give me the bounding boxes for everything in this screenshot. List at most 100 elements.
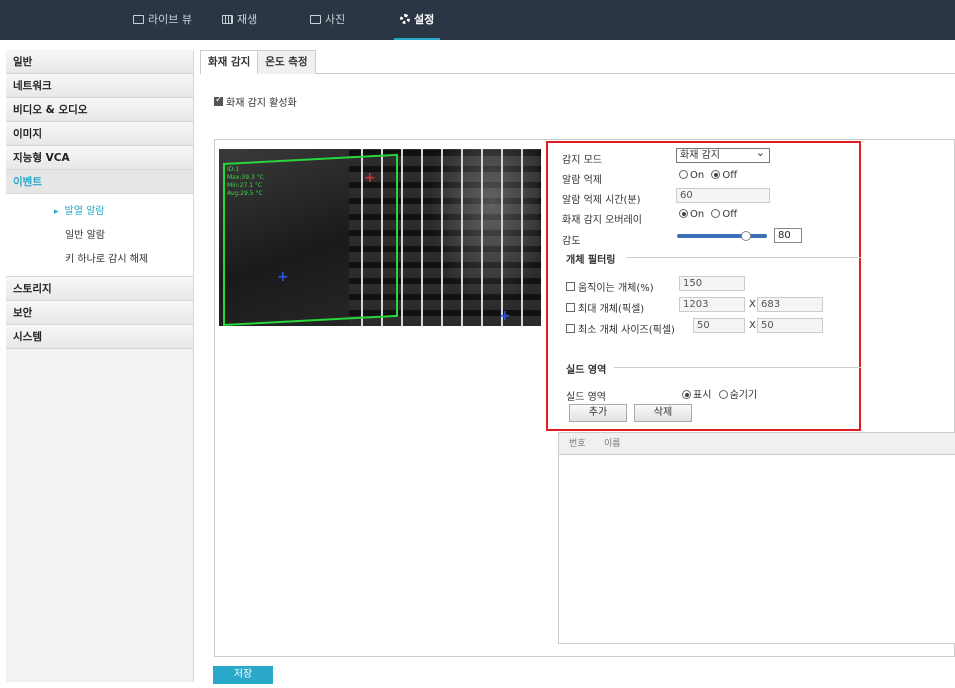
sidebar-item-vca[interactable]: 지능형 VCA	[6, 146, 193, 170]
overlay-on-radio[interactable]	[679, 209, 688, 218]
max-object-height-input[interactable]: 683	[757, 297, 823, 312]
moving-object-label: 움직이는 개체(%)	[578, 283, 654, 294]
nav-settings-label: 설정	[414, 13, 435, 26]
nav-live-view[interactable]: 라이브 뷰	[133, 0, 192, 40]
nav-playback[interactable]: 재생	[222, 0, 257, 40]
sensitivity-input[interactable]: 80	[774, 228, 802, 243]
nav-picture-label: 사진	[325, 13, 346, 26]
suppress-time-input[interactable]: 60	[676, 188, 770, 203]
sensitivity-label: 감도	[562, 236, 581, 247]
overlay-on-label: On	[690, 209, 705, 220]
sidebar-subitem-fever-alarm[interactable]: 발열 알람	[6, 200, 193, 224]
sidebar-item-general[interactable]: 일반	[6, 50, 193, 74]
min-object-x: X	[749, 320, 756, 331]
min-temp-marker-2-icon: +	[499, 308, 511, 324]
add-button[interactable]: 추가	[569, 404, 627, 422]
sidebar-subitem-one-key-disarm[interactable]: 키 하나로 감시 해제	[6, 248, 193, 272]
content-area: 화재 감지 온도 측정 화재 감지 활성화 ID:1 Max:39.3 °C M…	[200, 50, 955, 688]
osd-max: Max:39.3 °C	[227, 174, 264, 181]
picture-icon	[310, 15, 321, 24]
max-temp-marker-icon: +	[364, 170, 376, 186]
shield-area-divider	[614, 367, 861, 368]
sensitivity-slider-handle[interactable]	[741, 231, 751, 241]
nav-playback-label: 재생	[237, 13, 258, 26]
sidebar-item-security[interactable]: 보안	[6, 301, 193, 325]
table-header-name: 이름	[604, 439, 621, 449]
shield-show-radio[interactable]	[682, 390, 691, 399]
moving-object-row: 움직이는 개체(%)	[566, 279, 654, 294]
max-object-width-input[interactable]: 1203	[679, 297, 745, 312]
rule-panel: ID:1 Max:39.3 °C Min:27.1 °C Avg:29.5 °C…	[214, 139, 955, 657]
object-filter-divider	[626, 257, 861, 258]
alarm-suppress-off-label: Off	[722, 170, 738, 181]
min-object-width-input[interactable]: 50	[693, 318, 745, 333]
alarm-suppress-on-label: On	[690, 170, 705, 181]
shield-area-table: 번호 이름	[558, 432, 955, 644]
sidebar-item-event[interactable]: 이벤트	[6, 170, 193, 194]
shield-show-label: 표시	[693, 390, 712, 401]
top-nav: 라이브 뷰 재생 사진 설정	[0, 0, 955, 40]
sidebar-item-storage[interactable]: 스토리지	[6, 277, 193, 301]
osd-id: ID:1	[227, 166, 240, 173]
overlay-label: 화재 감지 오버레이	[562, 215, 642, 226]
min-object-checkbox[interactable]	[566, 324, 575, 333]
thermal-video[interactable]: ID:1 Max:39.3 °C Min:27.1 °C Avg:29.5 °C…	[219, 149, 541, 326]
sidebar-item-video-audio[interactable]: 비디오 & 오디오	[6, 98, 193, 122]
shield-area-label: 실드 영역	[566, 392, 606, 403]
moving-object-checkbox[interactable]	[566, 282, 575, 291]
monitor-icon	[133, 15, 144, 24]
max-object-x: X	[749, 299, 756, 310]
max-object-label: 최대 개체(픽셀)	[578, 304, 645, 315]
shield-hide-label: 숨기기	[729, 390, 758, 401]
gear-icon	[400, 14, 410, 24]
shield-area-options: 표시 숨기기	[682, 386, 757, 401]
main-tabs: 화재 감지 온도 측정	[200, 50, 316, 74]
sidebar-item-image[interactable]: 이미지	[6, 122, 193, 146]
enable-checkbox[interactable]	[214, 95, 223, 106]
osd-min: Min:27.1 °C	[227, 182, 263, 189]
tab-temperature-measurement[interactable]: 온도 측정	[257, 50, 316, 74]
shield-area-title: 실드 영역	[566, 365, 607, 376]
osd-avg: Avg:29.5 °C	[227, 190, 263, 197]
rule-settings-box: 감지 모드 화재 감지 알람 억제 On Off 알람 억제 시간(분) 60 …	[546, 141, 861, 431]
sidebar-subitem-general-alarm[interactable]: 일반 알람	[6, 224, 193, 248]
nav-settings[interactable]: 설정	[393, 0, 441, 40]
shield-hide-radio[interactable]	[718, 390, 728, 399]
detection-mode-label: 감지 모드	[562, 155, 602, 166]
min-object-label: 최소 개체 사이즈(픽셀)	[578, 325, 675, 336]
suppress-time-label: 알람 억제 시간(분)	[562, 195, 641, 206]
enable-fire-detection[interactable]: 화재 감지 활성화	[214, 94, 297, 109]
nav-picture[interactable]: 사진	[310, 0, 345, 40]
overlay-off-radio[interactable]	[711, 209, 721, 218]
min-temp-marker-icon: +	[277, 269, 289, 285]
object-filter-title: 개체 필터링	[566, 255, 616, 266]
nav-live-view-label: 라이브 뷰	[148, 13, 192, 26]
sidebar-item-network[interactable]: 네트워크	[6, 74, 193, 98]
temperature-osd: ID:1 Max:39.3 °C Min:27.1 °C Avg:29.5 °C	[227, 166, 264, 198]
min-object-height-input[interactable]: 50	[757, 318, 823, 333]
detection-mode-value: 화재 감지	[680, 150, 720, 161]
detection-mode-select[interactable]: 화재 감지	[676, 146, 770, 163]
table-header-number: 번호	[569, 439, 586, 449]
max-object-checkbox[interactable]	[566, 303, 575, 312]
tab-fire-detection[interactable]: 화재 감지	[200, 50, 259, 74]
alarm-suppress-options: On Off	[679, 170, 737, 181]
table-header: 번호 이름	[559, 433, 955, 455]
save-button[interactable]: 저장	[213, 666, 273, 684]
video-highlight	[419, 149, 539, 326]
delete-button[interactable]: 삭제	[634, 404, 692, 422]
alarm-suppress-off-radio[interactable]	[711, 170, 721, 179]
sensitivity-slider[interactable]	[677, 234, 767, 238]
moving-object-input[interactable]: 150	[679, 276, 745, 291]
film-icon	[222, 15, 233, 24]
max-object-row: 최대 개체(픽셀)	[566, 300, 644, 315]
min-object-row: 최소 개체 사이즈(픽셀)	[566, 321, 675, 336]
sidebar-item-system[interactable]: 시스템	[6, 325, 193, 349]
overlay-options: On Off	[679, 209, 737, 220]
enable-label: 화재 감지 활성화	[226, 98, 297, 109]
sidebar-submenu: 발열 알람 일반 알람 키 하나로 감시 해제	[6, 194, 193, 277]
alarm-suppress-on-radio[interactable]	[679, 170, 688, 179]
alarm-suppress-label: 알람 억제	[562, 175, 602, 186]
overlay-off-label: Off	[722, 209, 738, 220]
sidebar: 일반 네트워크 비디오 & 오디오 이미지 지능형 VCA 이벤트 발열 알람 …	[6, 50, 194, 682]
